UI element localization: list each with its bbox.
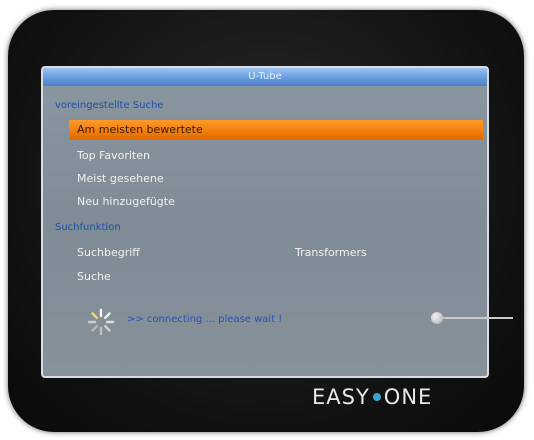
search-term-value[interactable]: Transformers xyxy=(295,246,367,259)
brand-logo-part1: EASY xyxy=(312,385,370,409)
search-term-label[interactable]: Suchbegriff xyxy=(77,246,140,259)
brand-logo-part2: ONE xyxy=(383,385,433,409)
window-title: U-Tube xyxy=(43,68,487,86)
brand-logo: EASY ONE xyxy=(312,385,432,409)
menu-item-most-viewed[interactable]: Meist gesehene xyxy=(69,169,164,189)
connecting-status: >> connecting ... please wait ! xyxy=(127,314,283,325)
menu-item-most-rated[interactable]: Am meisten bewertete xyxy=(69,120,483,140)
menu-item-recently-added[interactable]: Neu hinzugefügte xyxy=(69,192,175,212)
callout-dot-icon xyxy=(431,312,443,324)
menu-item-top-favorites[interactable]: Top Favoriten xyxy=(69,146,150,166)
search-function-header: Suchfunktion xyxy=(55,222,121,233)
callout-line xyxy=(443,317,513,319)
utube-window: U-Tube voreingestellte Suche Am meisten … xyxy=(41,66,489,378)
loading-spinner-icon xyxy=(87,308,115,336)
preset-search-header: voreingestellte Suche xyxy=(55,100,164,111)
brand-dot-icon xyxy=(372,393,381,401)
search-button[interactable]: Suche xyxy=(77,270,111,283)
